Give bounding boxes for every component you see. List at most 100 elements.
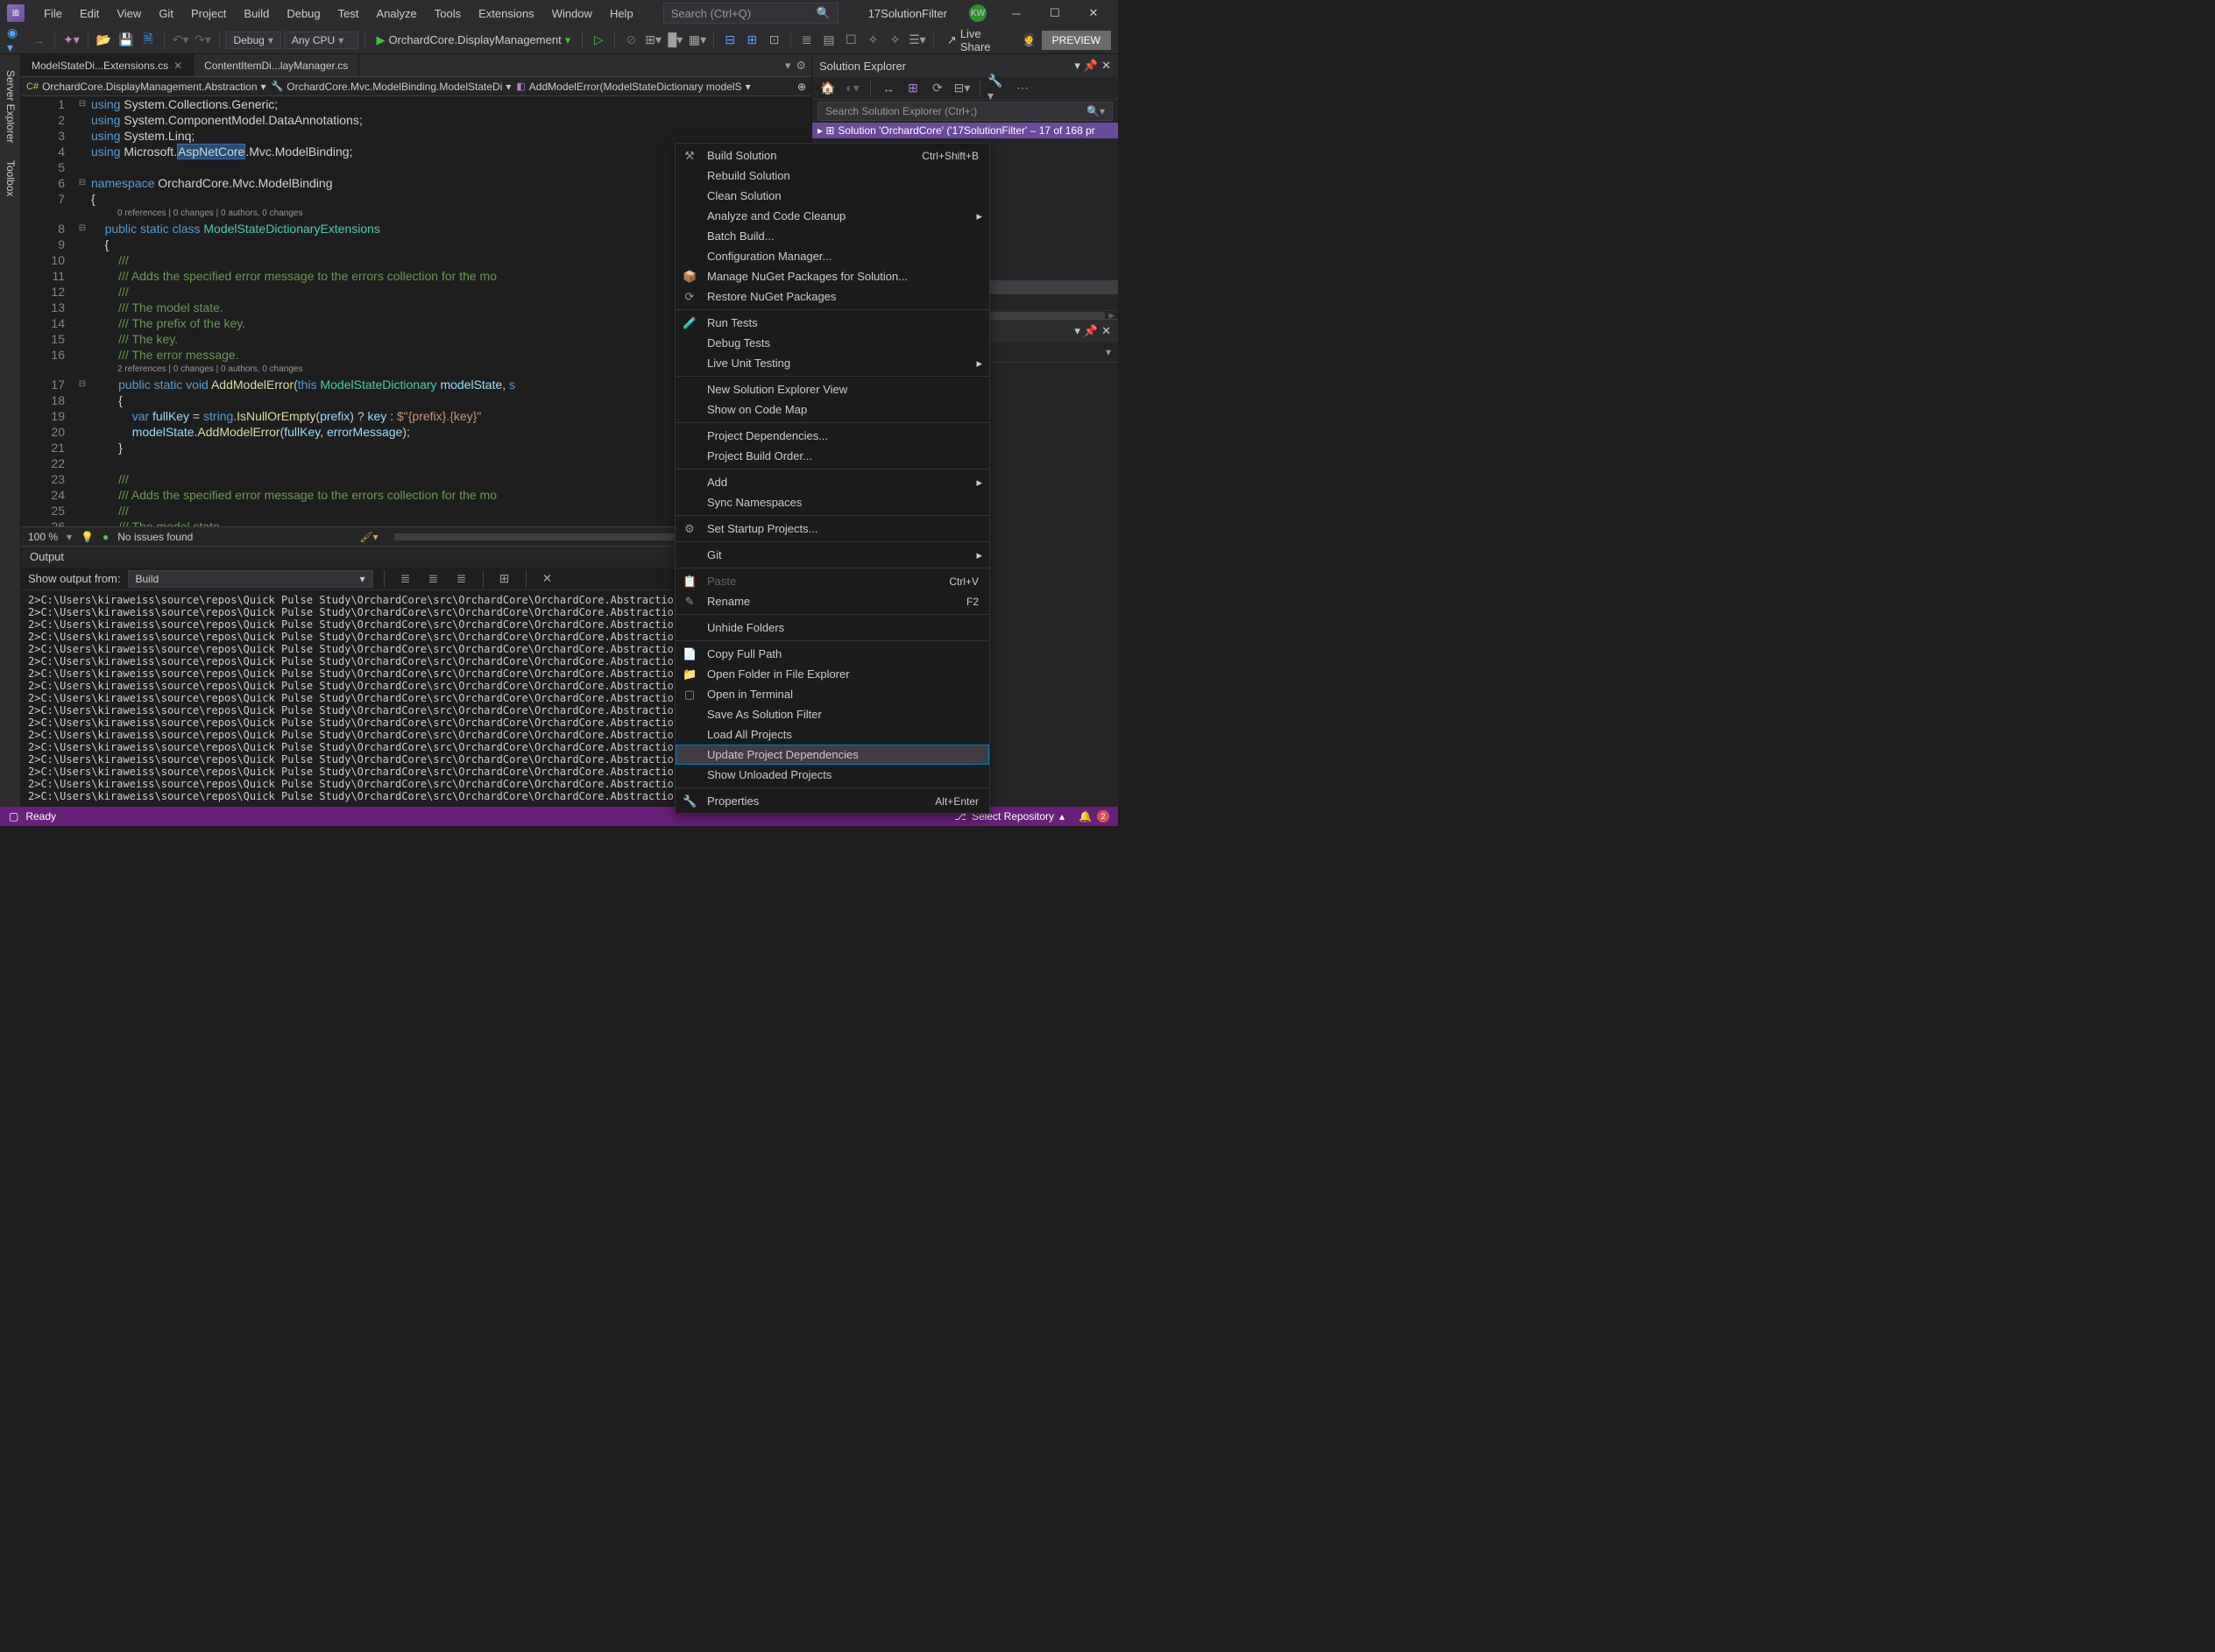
- nav-forward-icon[interactable]: →: [29, 30, 48, 51]
- ctx-rebuild-solution[interactable]: Rebuild Solution: [676, 166, 989, 186]
- bell-icon[interactable]: 🔔: [1079, 810, 1092, 822]
- menu-project[interactable]: Project: [182, 4, 235, 24]
- ctx-update-project-dependencies[interactable]: Update Project Dependencies: [676, 745, 989, 765]
- ctx-manage-nuget-packages-for-solution-[interactable]: 📦Manage NuGet Packages for Solution...: [676, 266, 989, 286]
- ctx-open-in-terminal[interactable]: ▢Open in Terminal: [676, 684, 989, 704]
- ctx-build-solution[interactable]: ⚒Build SolutionCtrl+Shift+B: [676, 145, 989, 166]
- nav-back-icon[interactable]: ◉ ▾: [7, 30, 26, 51]
- se-more-icon[interactable]: ⋯: [1012, 78, 1033, 99]
- tb-icon-5[interactable]: ⊟: [720, 30, 740, 51]
- se-tool-icon[interactable]: ⊞: [902, 78, 924, 99]
- menu-analyze[interactable]: Analyze: [367, 4, 425, 24]
- ctx-show-on-code-map[interactable]: Show on Code Map: [676, 399, 989, 420]
- ctx-clean-solution[interactable]: Clean Solution: [676, 186, 989, 206]
- menu-extensions[interactable]: Extensions: [470, 4, 543, 24]
- redo-icon[interactable]: ↷▾: [193, 30, 212, 51]
- output-tb-5[interactable]: ✕: [537, 568, 558, 589]
- config-dropdown[interactable]: Debug▾: [225, 32, 280, 49]
- close-button[interactable]: ✕: [1076, 0, 1111, 26]
- ctx-copy-full-path[interactable]: 📄Copy Full Path: [676, 644, 989, 664]
- ctx-restore-nuget-packages[interactable]: ⟳Restore NuGet Packages: [676, 286, 989, 307]
- ctx-rename[interactable]: ✎RenameF2: [676, 591, 989, 611]
- menu-help[interactable]: Help: [601, 4, 642, 24]
- maximize-button[interactable]: ☐: [1037, 0, 1072, 26]
- tb-icon-10[interactable]: ☐: [841, 30, 860, 51]
- tb-icon-4[interactable]: ▦▾: [688, 30, 707, 51]
- se-home-icon[interactable]: 🏠: [817, 78, 839, 99]
- tb-icon-2[interactable]: ⊞▾: [644, 30, 663, 51]
- ctx-show-unloaded-projects[interactable]: Show Unloaded Projects: [676, 765, 989, 785]
- se-dropdown-icon[interactable]: ▾: [1074, 59, 1080, 73]
- output-tb-3[interactable]: ≣: [451, 568, 472, 589]
- menu-debug[interactable]: Debug: [278, 4, 329, 24]
- tab-inactive[interactable]: ContentItemDi...layManager.cs: [194, 54, 359, 76]
- search-box[interactable]: Search (Ctrl+Q) 🔍: [663, 3, 839, 24]
- brush-icon[interactable]: 🖌▾: [359, 531, 378, 543]
- preview-button[interactable]: PREVIEW: [1042, 31, 1111, 50]
- ctx-project-build-order-[interactable]: Project Build Order...: [676, 446, 989, 466]
- prop-close-icon[interactable]: ✕: [1101, 324, 1111, 338]
- open-icon[interactable]: 📂: [95, 30, 114, 51]
- ctx-sync-namespaces[interactable]: Sync Namespaces: [676, 492, 989, 512]
- tb-icon-11[interactable]: ✧: [863, 30, 882, 51]
- feedback-icon[interactable]: 🤵: [1019, 30, 1038, 51]
- new-project-icon[interactable]: ✦▾: [61, 30, 81, 51]
- tab-settings-icon[interactable]: ⚙: [796, 59, 806, 73]
- output-source-dropdown[interactable]: Build▾: [128, 570, 373, 588]
- menu-test[interactable]: Test: [329, 4, 368, 24]
- ctx-live-unit-testing[interactable]: Live Unit Testing▸: [676, 353, 989, 373]
- tb-icon-1[interactable]: ⊘: [621, 30, 640, 51]
- ctx-properties[interactable]: 🔧PropertiesAlt+Enter: [676, 791, 989, 811]
- ctx-project-dependencies-[interactable]: Project Dependencies...: [676, 426, 989, 446]
- tab-tools-icon[interactable]: ▾: [785, 59, 791, 73]
- tb-icon-13[interactable]: ☰▾: [908, 30, 927, 51]
- save-all-icon[interactable]: 🗎: [138, 30, 158, 51]
- prop-pin-icon[interactable]: 📌: [1084, 324, 1098, 338]
- se-refresh-icon[interactable]: ⟳: [927, 78, 948, 99]
- save-icon[interactable]: 💾: [117, 30, 136, 51]
- ctx-run-tests[interactable]: 🧪Run Tests: [676, 313, 989, 333]
- ctx-load-all-projects[interactable]: Load All Projects: [676, 724, 989, 745]
- se-search[interactable]: Search Solution Explorer (Ctrl+;) 🔍▾: [817, 102, 1113, 121]
- ctx-add[interactable]: Add▸: [676, 472, 989, 492]
- ctx-configuration-manager-[interactable]: Configuration Manager...: [676, 246, 989, 266]
- live-share-button[interactable]: ↗ Live Share: [940, 27, 1016, 53]
- tb-icon-12[interactable]: ✧: [886, 30, 905, 51]
- breadcrumb-bar[interactable]: C#OrchardCore.DisplayManagement.Abstract…: [21, 77, 811, 96]
- tb-icon-9[interactable]: ▤: [819, 30, 839, 51]
- tb-icon-3[interactable]: █▾: [666, 30, 685, 51]
- server-explorer-tab[interactable]: Server Explorer: [0, 61, 20, 152]
- se-wrench-icon[interactable]: 🔧▾: [987, 78, 1008, 99]
- start-button[interactable]: ▶ OrchardCore.DisplayManagement ▾: [371, 33, 576, 47]
- menu-git[interactable]: Git: [150, 4, 182, 24]
- tb-icon-8[interactable]: ≣: [797, 30, 817, 51]
- minimize-button[interactable]: ─: [999, 0, 1034, 26]
- se-back-icon[interactable]: ◐▾: [842, 78, 863, 99]
- menu-window[interactable]: Window: [543, 4, 601, 24]
- undo-icon[interactable]: ↶▾: [171, 30, 190, 51]
- output-tb-2[interactable]: ≣: [423, 568, 444, 589]
- menu-edit[interactable]: Edit: [71, 4, 108, 24]
- notification-badge[interactable]: 2: [1097, 810, 1109, 822]
- ctx-batch-build-[interactable]: Batch Build...: [676, 226, 989, 246]
- ctx-save-as-solution-filter[interactable]: Save As Solution Filter: [676, 704, 989, 724]
- output-tb-1[interactable]: ≣: [395, 568, 416, 589]
- solution-root[interactable]: ▸ ⊞ Solution 'OrchardCore' ('17SolutionF…: [812, 123, 1118, 138]
- tb-icon-6[interactable]: ⊞: [742, 30, 761, 51]
- close-icon[interactable]: ✕: [173, 60, 182, 72]
- menu-file[interactable]: File: [35, 4, 71, 24]
- ctx-unhide-folders[interactable]: Unhide Folders: [676, 618, 989, 638]
- lightbulb-icon[interactable]: 💡: [81, 531, 94, 543]
- ctx-git[interactable]: Git▸: [676, 545, 989, 565]
- menu-view[interactable]: View: [108, 4, 150, 24]
- start-no-debug-icon[interactable]: ▷: [589, 30, 608, 51]
- tab-active[interactable]: ModelStateDi...Extensions.cs✕: [21, 54, 194, 76]
- ctx-new-solution-explorer-view[interactable]: New Solution Explorer View: [676, 379, 989, 399]
- menu-tools[interactable]: Tools: [426, 4, 470, 24]
- platform-dropdown[interactable]: Any CPU▾: [284, 32, 358, 49]
- tb-icon-7[interactable]: ⊡: [765, 30, 784, 51]
- prop-dropdown-icon[interactable]: ▾: [1074, 324, 1080, 338]
- se-pin-icon[interactable]: 📌: [1084, 59, 1098, 73]
- menu-build[interactable]: Build: [235, 4, 278, 24]
- user-avatar[interactable]: KW: [969, 4, 987, 22]
